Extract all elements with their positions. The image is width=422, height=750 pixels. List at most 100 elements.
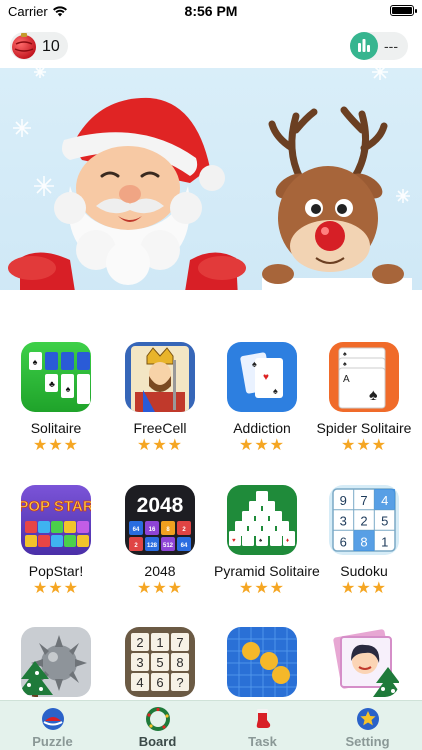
- svg-text:♠: ♠: [252, 359, 257, 369]
- number-tile-label: 6: [156, 675, 163, 690]
- svg-text:♠: ♠: [66, 384, 71, 394]
- stars-rating: ★★★: [340, 437, 388, 454]
- game-label: Spider Solitaire: [316, 420, 412, 436]
- santa-reindeer-illustration: [0, 68, 422, 298]
- number-tile-label: 7: [176, 635, 183, 650]
- top-bar: 10 ---: [0, 30, 422, 62]
- tab-setting[interactable]: Setting: [315, 701, 420, 750]
- game-sudoku[interactable]: 974 325 681 Sudoku ★★★: [316, 485, 412, 598]
- spike-ball-icon: [21, 627, 91, 697]
- svg-text:♥: ♥: [232, 538, 236, 544]
- sudoku-digit: 8: [360, 534, 367, 549]
- game-label: Sudoku: [340, 563, 388, 579]
- game-label: Solitaire: [30, 420, 82, 436]
- svg-text:A: A: [343, 374, 350, 385]
- status-bar: Carrier 8:56 PM: [0, 0, 422, 22]
- sudoku-icon: 974 325 681: [329, 485, 399, 555]
- svg-text:♠: ♠: [33, 357, 38, 367]
- christmas-tree-icon: [373, 667, 399, 697]
- ball-grid-icon: [227, 627, 297, 697]
- coins-badge[interactable]: 10: [10, 32, 68, 60]
- svg-text:♠: ♠: [273, 386, 278, 396]
- status-time: 8:56 PM: [184, 3, 238, 19]
- leaderboard-icon: [350, 32, 378, 60]
- game-2048[interactable]: 2048 64 16 8 2 2 128 512 64 2048 ★★★: [112, 485, 208, 598]
- svg-text:♠: ♠: [369, 387, 378, 404]
- number-tile-label: ?: [176, 675, 183, 690]
- setting-tab-icon: [356, 707, 380, 731]
- 2048-icon: 2048 64 16 8 2 2 128 512 64: [125, 485, 195, 555]
- solitaire-icon: ♠ ♣ ♠: [21, 342, 91, 412]
- numbers-puzzle-icon: 2 1 7 3 5 8 4 6?: [125, 627, 195, 697]
- addiction-cards-icon: ♠ ♥ ♠: [227, 342, 297, 412]
- game-freecell[interactable]: FreeCell ★★★: [112, 342, 208, 455]
- sudoku-digit: 4: [381, 493, 388, 508]
- game-spider-solitaire[interactable]: ♠ ♠ A ♠ Spider Solitaire ★★★: [316, 342, 412, 455]
- number-tile-label: 2: [136, 635, 143, 650]
- sudoku-digit: 7: [360, 493, 367, 508]
- stars-rating: ★★★: [238, 580, 286, 597]
- rank-value: ---: [384, 38, 398, 54]
- svg-text:♠: ♠: [343, 361, 347, 368]
- game-label: 2048: [144, 563, 176, 579]
- photo-puzzle-icon: [329, 627, 399, 697]
- tile-2048-label: 64: [181, 543, 188, 549]
- tab-puzzle[interactable]: Puzzle: [0, 701, 105, 750]
- number-tile-label: 3: [136, 655, 143, 670]
- svg-text:♠: ♠: [343, 351, 347, 358]
- stars-rating: ★★★: [238, 437, 286, 454]
- tab-label: Task: [248, 734, 277, 749]
- battery-icon: [390, 5, 417, 16]
- spider-solitaire-icon: ♠ ♠ A ♠: [329, 342, 399, 412]
- sudoku-digit: 9: [340, 493, 347, 508]
- game-ball-grid[interactable]: [214, 627, 310, 697]
- christmas-tree-icon: [21, 661, 53, 697]
- game-pyramid-solitaire[interactable]: ♥ ♠ ♦ Pyramid Solitaire ★★★: [214, 485, 320, 598]
- game-popstar[interactable]: POP STAR PopStar! ★★★: [8, 485, 104, 598]
- game-addiction[interactable]: ♠ ♥ ♠ Addiction ★★★: [214, 342, 310, 455]
- game-numbers-puzzle[interactable]: 2 1 7 3 5 8 4 6?: [112, 627, 208, 697]
- stars-rating: ★★★: [136, 580, 184, 597]
- leaderboard-badge[interactable]: ---: [350, 32, 408, 60]
- coin-count: 10: [42, 38, 60, 55]
- ornament-coin-icon: [12, 33, 36, 59]
- tile-2048-label: 16: [149, 527, 156, 533]
- task-tab-icon: [251, 707, 275, 731]
- tab-label: Setting: [345, 734, 390, 749]
- tab-label: Board: [138, 734, 177, 749]
- sudoku-digit: 6: [340, 534, 347, 549]
- game-label: PopStar!: [28, 563, 84, 579]
- svg-text:♣: ♣: [49, 379, 55, 389]
- puzzle-tab-icon: [41, 707, 65, 731]
- game-solitaire[interactable]: ♠ ♣ ♠ Solitaire ★★★: [8, 342, 104, 455]
- tile-2048-label: 128: [147, 543, 158, 549]
- tab-bar: Puzzle Board Task Setting: [0, 700, 422, 750]
- tab-board[interactable]: Board: [105, 701, 210, 750]
- svg-text:♥: ♥: [263, 372, 269, 383]
- stars-rating: ★★★: [32, 580, 80, 597]
- tab-label: Puzzle: [32, 734, 73, 749]
- popstar-word-pop: POP STAR: [21, 498, 91, 515]
- sudoku-digit: 3: [340, 514, 347, 529]
- stars-rating: ★★★: [340, 580, 388, 597]
- number-tile-label: 1: [156, 635, 163, 650]
- christmas-banner[interactable]: [0, 68, 422, 298]
- game-spike-ball[interactable]: [8, 627, 104, 697]
- number-tile-label: 8: [176, 655, 183, 670]
- sudoku-digit: 2: [360, 514, 367, 529]
- board-tab-icon: [145, 707, 170, 731]
- number-tile-label: 4: [136, 675, 143, 690]
- game-label: FreeCell: [133, 420, 187, 436]
- svg-text:♦: ♦: [286, 538, 289, 544]
- freecell-king-icon: [125, 342, 195, 412]
- tab-task[interactable]: Task: [210, 701, 315, 750]
- number-tile-label: 5: [156, 655, 163, 670]
- tile-2048-label: 64: [133, 527, 140, 533]
- pyramid-solitaire-icon: ♥ ♠ ♦: [227, 485, 297, 555]
- popstar-icon: POP STAR: [21, 485, 91, 555]
- game-label: Addiction: [233, 420, 291, 436]
- stars-rating: ★★★: [32, 437, 80, 454]
- tile-2048-label: 512: [163, 543, 174, 549]
- game-photo-puzzle[interactable]: [316, 627, 412, 697]
- game-label: Pyramid Solitaire: [214, 563, 320, 579]
